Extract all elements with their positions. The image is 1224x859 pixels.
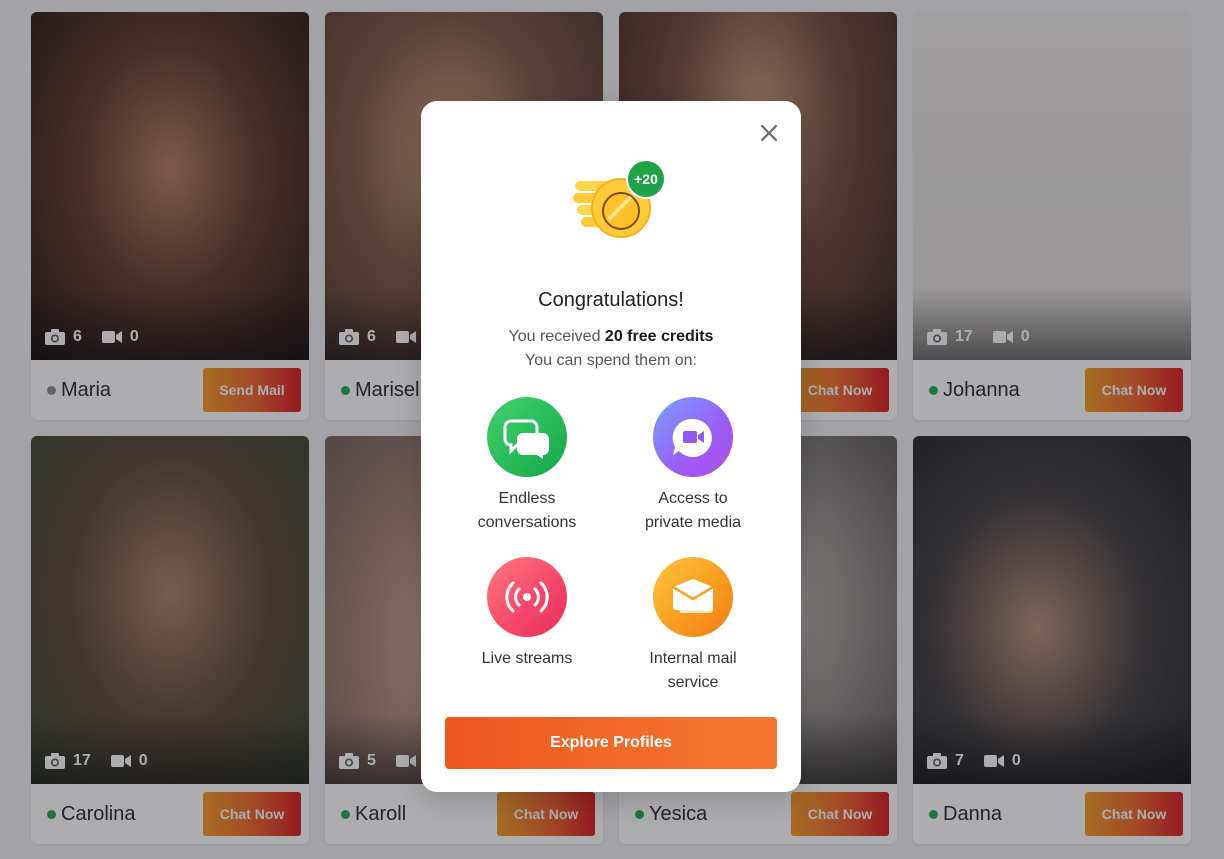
explore-profiles-button[interactable]: Explore Profiles xyxy=(445,717,777,769)
feature-label: Internal mail service xyxy=(649,650,737,691)
broadcast-icon xyxy=(505,581,549,613)
video-camera-icon xyxy=(672,418,712,457)
modal-title: Congratulations! xyxy=(538,289,684,311)
credits-amount: 20 free credits xyxy=(604,328,714,345)
feature-conversations: Endless conversations xyxy=(447,397,607,535)
credits-modal: +20 Congratulations! You received 20 fre… xyxy=(421,101,801,792)
spend-hint: You can spend them on: xyxy=(525,352,697,369)
feature-label: Endless conversations xyxy=(477,490,577,531)
credits-badge: +20 xyxy=(626,159,666,199)
close-icon xyxy=(760,124,778,142)
envelope-icon xyxy=(672,579,714,613)
chat-bubbles-icon xyxy=(503,419,549,459)
feature-private-media: Access to private media xyxy=(613,397,773,535)
feature-icon xyxy=(487,397,567,477)
feature-icon xyxy=(653,397,733,477)
credits-received-text: You received 20 free credits xyxy=(508,328,714,345)
feature-icon xyxy=(487,557,567,637)
close-button[interactable] xyxy=(757,121,781,145)
feature-icon xyxy=(653,557,733,637)
feature-label: Access to private media xyxy=(644,490,742,531)
feature-internal-mail: Internal mail service xyxy=(613,557,773,695)
feature-label: Live streams xyxy=(481,650,573,667)
feature-live-streams: Live streams xyxy=(447,557,607,671)
